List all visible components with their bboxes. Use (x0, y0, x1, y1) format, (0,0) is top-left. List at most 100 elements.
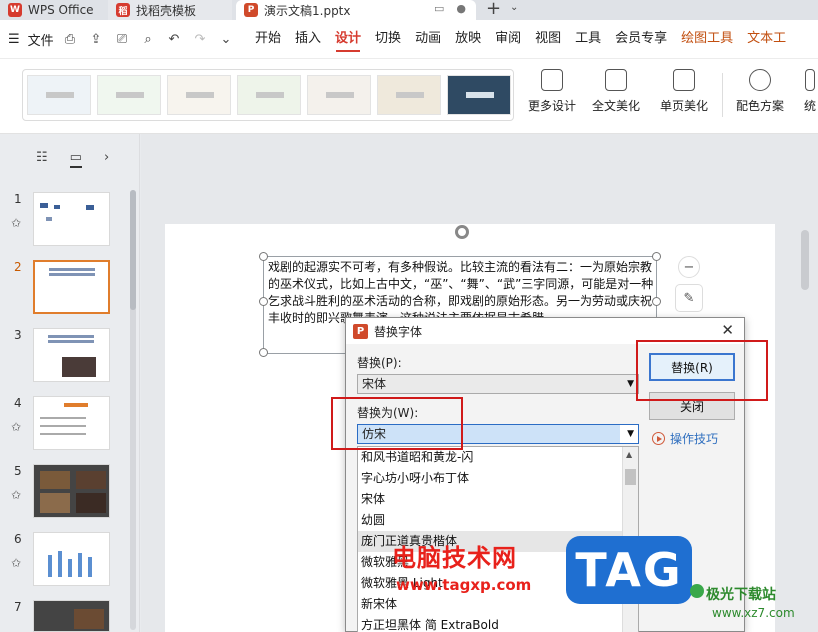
collapse-icon[interactable]: − (678, 256, 700, 278)
slide-thumbnail[interactable] (33, 396, 110, 450)
menu-bar: ☰ 文件 ⎙ ⇪ ⎚ ⌕ ↶ ↷ ⌄ 开始 插入 设计 切换 动画 放映 审阅 … (0, 20, 818, 58)
slide-thumbnail[interactable] (33, 464, 110, 518)
print-icon[interactable]: ⎚ (114, 32, 130, 47)
chevron-down-icon[interactable]: ⌄ (510, 2, 518, 13)
brush-icon[interactable]: ✎ (675, 284, 703, 312)
outline-view-icon[interactable]: ☷ (36, 150, 48, 168)
menu-insert[interactable]: 插入 (288, 20, 328, 58)
more-icon[interactable]: ⌄ (218, 32, 234, 47)
unify-button[interactable]: 统 (804, 69, 816, 114)
resize-handle[interactable] (259, 252, 268, 261)
watermark-site-url: www.xz7.com (712, 606, 795, 620)
menu-tools[interactable]: 工具 (568, 20, 608, 58)
design-template-thumb[interactable] (27, 75, 91, 115)
menu-animation[interactable]: 动画 (408, 20, 448, 58)
tips-link[interactable]: 操作技巧 (652, 430, 718, 447)
unify-label: 统 (804, 99, 817, 113)
design-template-thumb[interactable] (167, 75, 231, 115)
ppt-logo-icon: P (353, 323, 368, 339)
undo-icon[interactable]: ↶ (166, 32, 182, 47)
palette-icon (749, 69, 771, 91)
menu-transition[interactable]: 切换 (368, 20, 408, 58)
hamburger-icon: ☰ (8, 31, 20, 47)
docer-logo-icon: 稻 (116, 3, 130, 17)
slide-number: 5 (14, 464, 22, 478)
file-menu-label: 文件 (27, 33, 54, 49)
tab-bar: W WPS Office 稻 找稻壳模板 P 演示文稿1.pptx ▭ ● + … (0, 0, 818, 20)
scroll-up-icon[interactable]: ▲ (626, 450, 632, 459)
tab-label: 演示文稿1.pptx (264, 3, 351, 18)
watermark-site: 极光下载站 (706, 587, 776, 603)
resize-handle[interactable] (259, 348, 268, 357)
highlight-box (331, 397, 463, 450)
rotate-handle-icon[interactable] (455, 225, 469, 239)
menu-view[interactable]: 视图 (528, 20, 568, 58)
design-template-thumb[interactable] (237, 75, 301, 115)
resize-handle[interactable] (652, 252, 661, 261)
slide-thumbnail[interactable] (33, 192, 110, 246)
highlight-box (636, 340, 768, 401)
more-design-button[interactable]: 更多设计 (528, 69, 576, 114)
color-scheme-button[interactable]: 配色方案 (736, 69, 784, 114)
new-tab-icon[interactable]: + (486, 0, 501, 18)
file-menu[interactable]: ☰ 文件 (0, 30, 62, 49)
close-icon[interactable]: ✕ (721, 321, 734, 339)
slide-thumbnail[interactable] (33, 600, 110, 632)
slide-number: 3 (14, 328, 22, 342)
menu-home[interactable]: 开始 (248, 20, 288, 58)
menu-design[interactable]: 设计 (328, 20, 368, 58)
monitor-icon[interactable]: ▭ (434, 2, 444, 15)
site-logo-icon (690, 584, 704, 598)
more-design-label: 更多设计 (528, 99, 577, 113)
canvas-scrollbar[interactable] (801, 230, 809, 290)
tab-template[interactable]: 稻 找稻壳模板 (108, 0, 232, 20)
tips-label: 操作技巧 (670, 432, 719, 446)
tab-label: 找稻壳模板 (136, 3, 197, 18)
design-template-thumb[interactable] (97, 75, 161, 115)
beautify-all-button[interactable]: 全文美化 (592, 69, 640, 114)
resize-handle[interactable] (259, 297, 268, 306)
star-icon: ✩ (11, 216, 22, 230)
export-icon[interactable]: ⇪ (88, 32, 104, 47)
tab-wps-office[interactable]: W WPS Office (0, 0, 104, 20)
menu-review[interactable]: 审阅 (488, 20, 528, 58)
slide-thumbnail[interactable] (33, 328, 110, 382)
menu-items: 开始 插入 设计 切换 动画 放映 审阅 视图 工具 会员专享 绘图工具 文本工 (248, 20, 793, 58)
design-ribbon: 更多设计 全文美化 单页美化 配色方案 统 (0, 58, 818, 134)
resize-handle[interactable] (652, 297, 661, 306)
dropdown-arrow-icon: ▼ (627, 379, 634, 389)
grid-icon (541, 69, 563, 91)
unify-icon (805, 69, 815, 91)
list-item[interactable]: 方正坦黑体 简 ExtraBold (358, 615, 638, 632)
list-item[interactable]: 幼圆 (358, 510, 638, 531)
tab-label: WPS Office (28, 3, 94, 17)
list-item[interactable]: 字心坊小呀小布丁体 (358, 468, 638, 489)
ppt-logo-icon: P (244, 3, 258, 17)
design-template-thumb[interactable] (447, 75, 511, 115)
design-template-thumb[interactable] (307, 75, 371, 115)
slide-view-icon[interactable]: ▭ (69, 150, 82, 168)
star-icon: ✩ (11, 488, 22, 502)
slide-thumbnail-current[interactable] (33, 260, 110, 314)
single-page-beautify-button[interactable]: 单页美化 (660, 69, 708, 114)
menu-member[interactable]: 会员专享 (608, 20, 674, 58)
slide-number: 1 (14, 192, 22, 206)
preview-icon[interactable]: ⌕ (140, 32, 156, 47)
list-item[interactable]: 和风书道昭和黄龙-闪 (358, 447, 638, 468)
ribbon-divider (722, 73, 723, 117)
thumbnail-scrollbar[interactable] (130, 190, 136, 630)
list-item[interactable]: 宋体 (358, 489, 638, 510)
replace-font-select[interactable]: 宋体 ▼ (357, 374, 639, 394)
redo-icon[interactable]: ↷ (192, 32, 208, 47)
menu-slideshow[interactable]: 放映 (448, 20, 488, 58)
close-tab-icon[interactable]: ● (456, 2, 466, 15)
slide-thumbnail-pane: ☷ ▭ › 1 ✩ 2 3 4 ✩ 5 ✩ 6 ✩ 7 (0, 134, 140, 632)
tab-document[interactable]: P 演示文稿1.pptx ▭ ● (236, 0, 476, 20)
menu-drawing-tools[interactable]: 绘图工具 (674, 20, 740, 58)
menu-text-tools[interactable]: 文本工 (740, 20, 793, 58)
chevron-right-icon[interactable]: › (104, 150, 109, 168)
save-icon[interactable]: ⎙ (62, 32, 78, 47)
watermark-tag-logo: TAG (566, 536, 692, 604)
design-template-thumb[interactable] (377, 75, 441, 115)
slide-thumbnail[interactable] (33, 532, 110, 586)
